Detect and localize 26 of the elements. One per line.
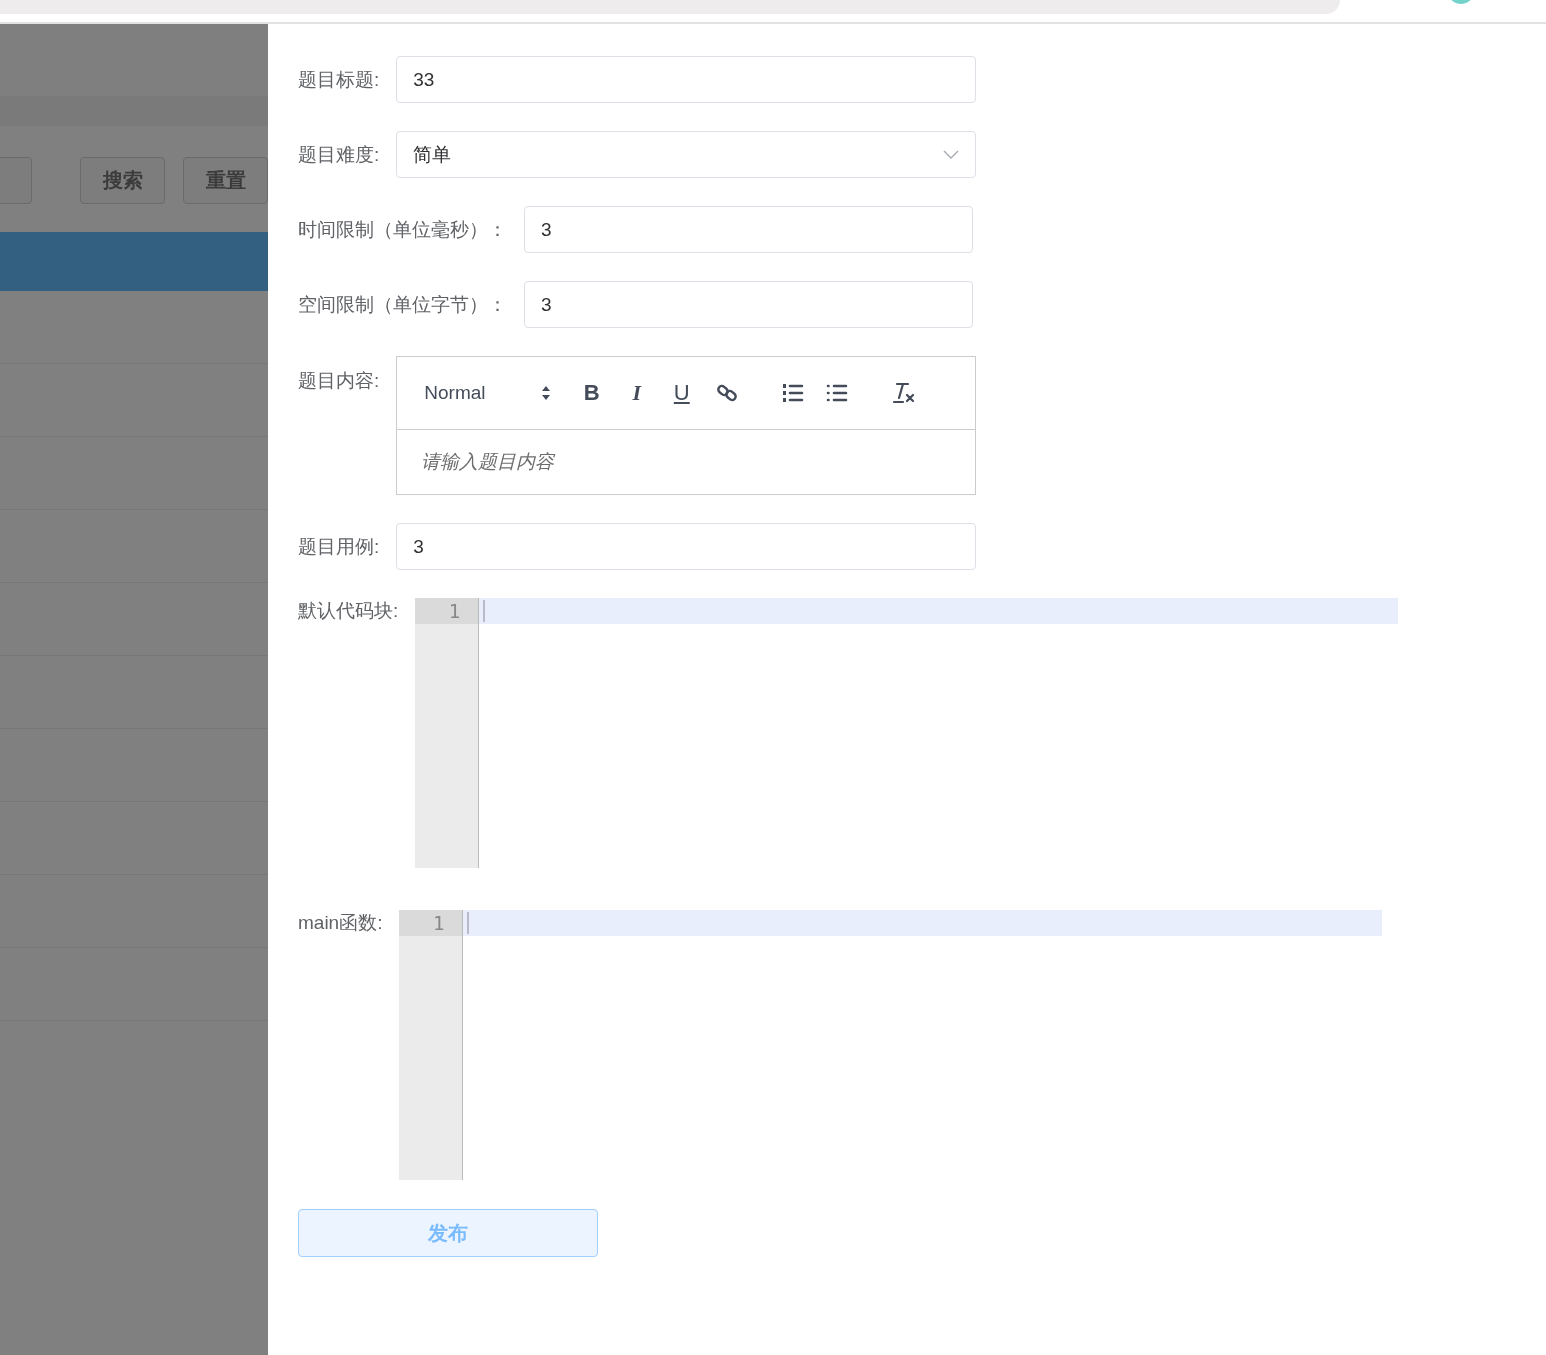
clear-format-icon[interactable] [892, 382, 917, 404]
format-button[interactable]: U [659, 380, 705, 406]
field-label: main函数: [298, 911, 383, 935]
up-down-icon [541, 385, 552, 401]
field-label: 题目难度: [298, 143, 380, 167]
editor-area[interactable]: 请输入题目内容 [397, 430, 976, 494]
field-label: 默认代码块: [298, 599, 399, 623]
field-label: 题目内容: [298, 369, 380, 393]
chevron-down-icon [943, 149, 960, 160]
input-field[interactable]: 3 [524, 281, 973, 328]
input-field[interactable]: 3 [396, 523, 977, 570]
line-number: 1 [415, 598, 479, 624]
select-field[interactable]: 简单 [396, 131, 977, 178]
field-label: 题目标题: [298, 68, 380, 92]
line-number: 1 [399, 910, 463, 936]
field-label: 题目用例: [298, 535, 380, 559]
numbered-list-icon[interactable] [782, 383, 805, 403]
format-button[interactable]: I [614, 380, 660, 406]
input-field[interactable]: 3 [524, 206, 973, 253]
heading-picker[interactable]: Normal [424, 382, 570, 404]
format-button[interactable]: B [569, 380, 615, 406]
field-label: 时间限制（单位毫秒）： [298, 218, 507, 242]
input-field[interactable]: 33 [396, 56, 977, 103]
link-icon[interactable] [716, 382, 739, 404]
field-label: 空间限制（单位字节）： [298, 293, 507, 317]
bullet-list-icon[interactable] [826, 383, 849, 403]
